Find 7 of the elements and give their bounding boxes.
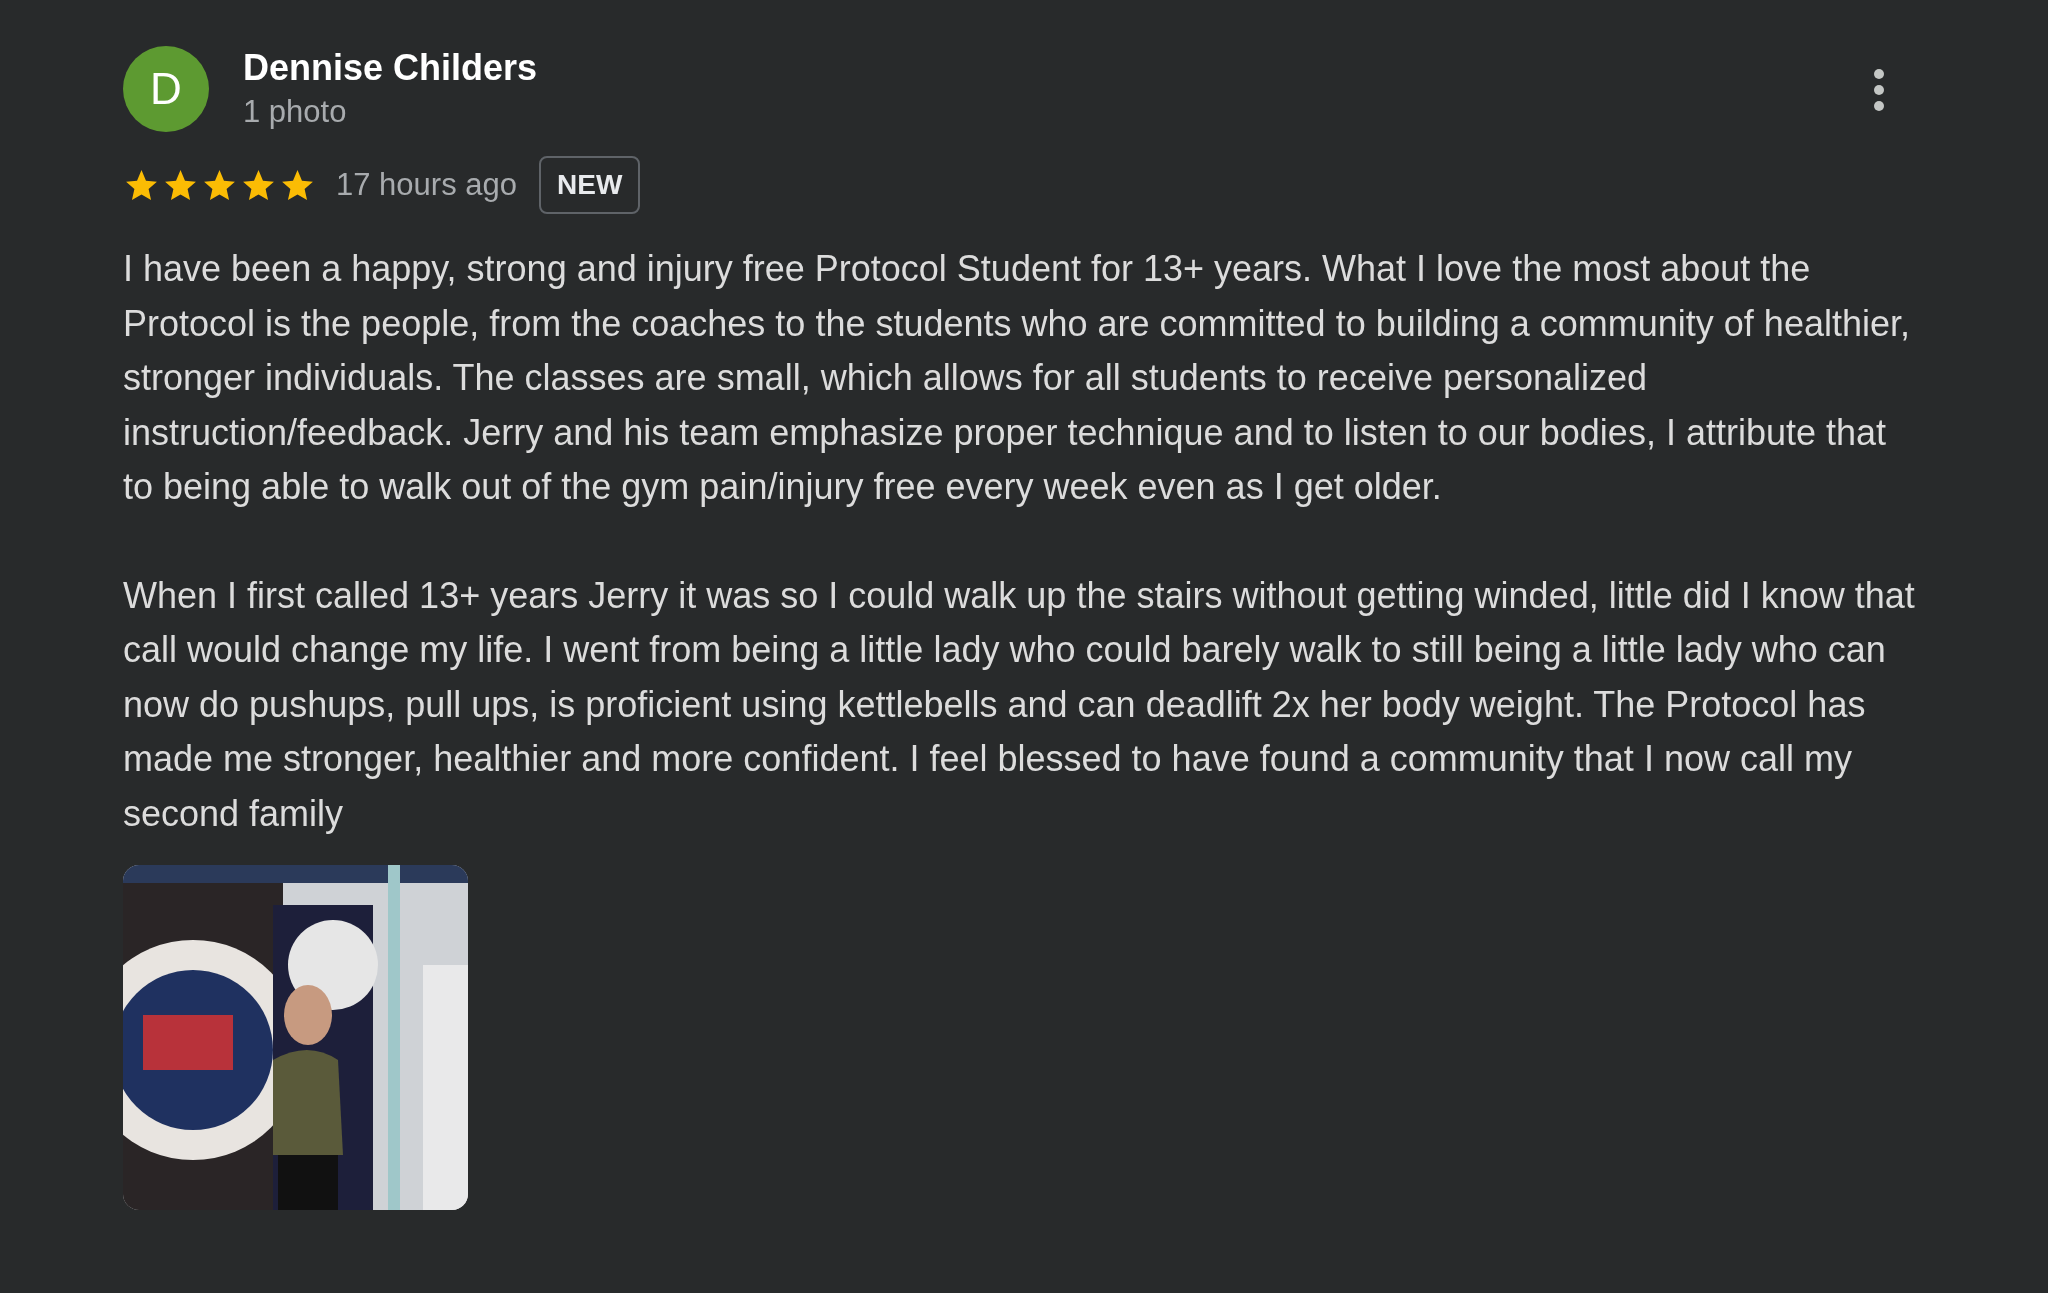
more-options-icon[interactable] [1873,68,1885,112]
review-text: When I first called 13+ years Jerry it was so I could walk up the stairs without getting winded, little did I know that call would change my life. I went from being a little lady who could barely walk to still being a little lady who can now do pushups, pull ups, is proficient using kettlebells and can deadlift 2x her body weight. The Protocol has made me stronger, healthier and more confident. I feel blessed to have found a community that I now call my second family [123,573,1916,836]
reviewer-name[interactable]: Dennise Childers [243,46,538,90]
new-badge: NEW [539,156,641,214]
photo-count: 1 photo [243,93,348,131]
review-text: I have been a happy, strong and injury free Protocol Student for 13+ years. What I love the most about the Protocol is the people, from the coaches to the students who are committed to building a community of healthier, stronger individuals. The classes are small, which allows for all students to receive personalized instruction/feedback. Jerry and his team emphasize proper technique and to listen to our bodies, I attribute that to being able to walk out of the gym pain/injury free every week even as I get older. [123,247,1911,509]
review-time: 17 hours ago [336,165,517,204]
